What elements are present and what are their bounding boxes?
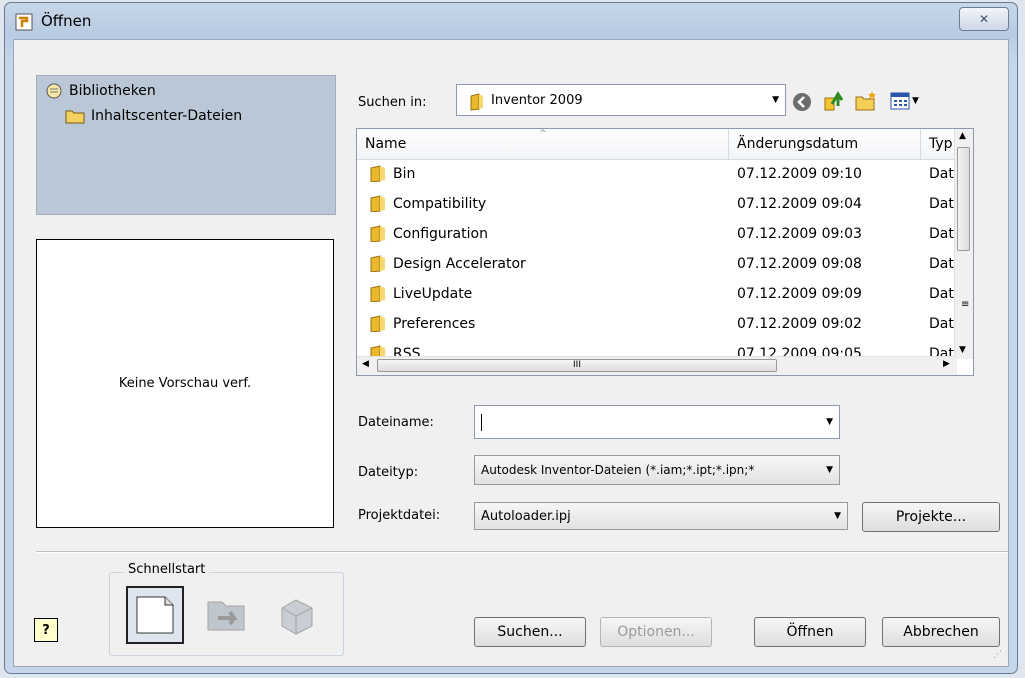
column-header-name[interactable]: Name ^ <box>357 129 729 159</box>
resize-grip-icon[interactable]: ⋰ <box>993 650 1002 660</box>
look-in-value: Inventor 2009 <box>491 92 583 108</box>
file-type: Datei <box>929 196 957 212</box>
file-date: 07.12.2009 09:02 <box>737 316 862 332</box>
file-date: 07.12.2009 09:08 <box>737 256 862 272</box>
open-folder-icon <box>207 601 245 631</box>
separator <box>36 551 1008 553</box>
filename-label: Dateiname: <box>358 415 434 430</box>
new-file-button[interactable] <box>126 586 184 644</box>
file-name: Compatibility <box>393 196 487 212</box>
search-button[interactable]: Suchen... <box>474 617 586 647</box>
file-name: LiveUpdate <box>393 286 473 302</box>
scroll-down-icon[interactable]: ▼ <box>959 345 966 355</box>
folder-icon <box>65 110 85 124</box>
vertical-scroll-thumb[interactable] <box>957 147 970 251</box>
filetype-value: Autodesk Inventor-Dateien (*.iam;*.ipt;*… <box>481 463 755 477</box>
libraries-panel: Bibliotheken Inhaltscenter-Dateien <box>36 75 336 215</box>
open-button[interactable]: Öffnen <box>754 617 866 647</box>
view-menu-icon <box>890 92 910 110</box>
column-header-date[interactable]: Änderungsdatum <box>729 129 921 159</box>
new-document-icon <box>136 596 174 634</box>
project-dropdown[interactable]: Autoloader.ipj ▼ <box>474 502 848 530</box>
file-type: Datei <box>929 316 957 332</box>
preview-text: Keine Vorschau verf. <box>118 376 252 391</box>
filename-combobox[interactable]: ▼ <box>474 405 840 439</box>
chevron-down-icon: ▼ <box>834 511 841 521</box>
view-menu-button[interactable]: ▼ <box>890 92 919 110</box>
chevron-down-icon: ▼ <box>772 95 779 105</box>
file-date: 07.12.2009 09:03 <box>737 226 862 242</box>
preview-box: Keine Vorschau verf. <box>36 239 334 528</box>
library-child-label: Inhaltscenter-Dateien <box>91 108 243 124</box>
table-row[interactable]: Configuration 07.12.2009 09:03 Datei <box>357 219 957 249</box>
quickstart-title: Schnellstart <box>124 562 210 577</box>
window-title: Öffnen <box>41 12 92 30</box>
scroll-right-icon[interactable]: ▶ <box>943 359 950 369</box>
sort-ascending-icon: ^ <box>539 129 547 139</box>
back-icon[interactable] <box>792 92 812 112</box>
project-label: Projektdatei: <box>358 508 441 523</box>
file-date: 07.12.2009 09:04 <box>737 196 862 212</box>
filetype-dropdown[interactable]: Autodesk Inventor-Dateien (*.iam;*.ipt;*… <box>474 455 840 485</box>
look-in-dropdown[interactable]: Inventor 2009 ▼ <box>456 84 786 116</box>
close-button[interactable]: ✕ <box>959 7 1009 31</box>
open-project-button[interactable] <box>268 586 326 644</box>
file-list: Name ^ Änderungsdatum Typ Bin 07.12.2009 … <box>356 128 974 376</box>
file-type: Datei <box>929 226 957 242</box>
new-folder-icon[interactable] <box>854 90 878 112</box>
open-recent-button[interactable] <box>198 586 256 644</box>
open-dialog-window: Öffnen ✕ Bibliotheken Inhaltscenter-Date… <box>4 2 1018 674</box>
folder-icon <box>470 93 483 111</box>
table-row[interactable]: Design Accelerator 07.12.2009 09:08 Datei <box>357 249 957 279</box>
table-row[interactable]: Compatibility 07.12.2009 09:04 Datei <box>357 189 957 219</box>
file-date: 07.12.2009 09:09 <box>737 286 862 302</box>
inventor-app-icon <box>15 13 33 31</box>
folder-icon <box>370 225 385 242</box>
scroll-grip-icon: ≡ <box>961 299 970 310</box>
dialog-client-area: Bibliotheken Inhaltscenter-Dateien Keine… <box>13 39 1009 667</box>
folder-icon <box>370 255 385 272</box>
folder-icon <box>370 165 385 182</box>
folder-icon <box>370 285 385 302</box>
options-button[interactable]: Optionen... <box>600 617 712 647</box>
file-type: Datei <box>929 166 957 182</box>
table-row[interactable]: LiveUpdate 07.12.2009 09:09 Datei <box>357 279 957 309</box>
file-list-header: Name ^ Änderungsdatum Typ <box>357 129 973 160</box>
folder-icon <box>370 315 385 332</box>
libraries-icon <box>46 83 62 99</box>
file-date: 07.12.2009 09:10 <box>737 166 862 182</box>
up-folder-icon[interactable] <box>822 90 844 112</box>
chevron-down-icon: ▼ <box>826 465 833 475</box>
file-name: Design Accelerator <box>393 256 526 272</box>
project-cube-icon <box>281 599 313 635</box>
folder-icon <box>370 195 385 212</box>
file-type: Datei <box>929 256 957 272</box>
vertical-scrollbar[interactable]: ▲ ≡ ▼ <box>954 129 973 359</box>
close-icon: ✕ <box>978 12 990 26</box>
chevron-down-icon: ▼ <box>826 417 833 427</box>
library-root-item[interactable]: Bibliotheken <box>45 82 156 100</box>
cancel-button[interactable]: Abbrechen <box>882 617 1000 647</box>
scroll-left-icon[interactable]: ◀ <box>362 359 369 369</box>
projects-button[interactable]: Projekte... <box>862 502 1000 532</box>
horizontal-scroll-thumb[interactable]: III <box>377 359 777 372</box>
table-row[interactable]: Bin 07.12.2009 09:10 Datei <box>357 159 957 189</box>
horizontal-scrollbar[interactable]: ◀ III ▶ <box>357 356 957 375</box>
filename-input[interactable] <box>481 413 806 431</box>
title-bar: Öffnen ✕ <box>5 3 1017 39</box>
help-button[interactable]: ? <box>34 618 58 642</box>
table-row[interactable]: Preferences 07.12.2009 09:02 Datei <box>357 309 957 339</box>
library-child-item[interactable]: Inhaltscenter-Dateien <box>65 108 242 124</box>
scroll-up-icon[interactable]: ▲ <box>959 131 966 141</box>
file-name: Preferences <box>393 316 476 332</box>
file-type: Datei <box>929 286 957 302</box>
look-in-label: Suchen in: <box>358 95 427 110</box>
file-name: Configuration <box>393 226 488 242</box>
filetype-label: Dateityp: <box>358 465 419 480</box>
help-icon: ? <box>42 622 50 638</box>
library-root-label: Bibliotheken <box>69 83 156 99</box>
file-name: Bin <box>393 166 416 182</box>
project-value: Autoloader.ipj <box>481 508 571 524</box>
chevron-down-icon: ▼ <box>912 96 919 106</box>
